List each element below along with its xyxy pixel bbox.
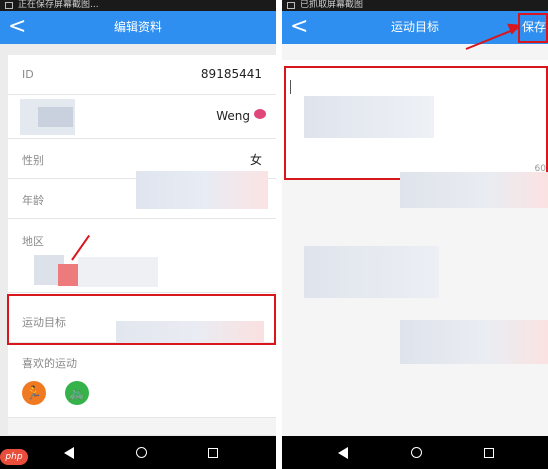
notification-icon xyxy=(5,2,13,9)
favorite-label: 喜欢的运动 xyxy=(22,357,77,370)
nav-home-button[interactable] xyxy=(126,436,156,469)
left-screen: 正在保存屏幕截图... < 编辑资料 ID 89185441 Weng 性别 女… xyxy=(0,0,276,469)
php-watermark: php xyxy=(0,449,28,465)
back-triangle-icon xyxy=(64,446,74,459)
gender-label: 性别 xyxy=(22,154,44,167)
next-row xyxy=(8,418,276,436)
recents-square-icon xyxy=(484,447,494,458)
nav-back-button[interactable] xyxy=(328,436,358,469)
gender-value: 女 xyxy=(249,153,262,167)
nickname-value: Weng xyxy=(216,109,250,123)
notification-icon xyxy=(287,2,295,9)
status-bar: 已抓取屏幕截图 xyxy=(282,0,548,11)
age-label: 年龄 xyxy=(22,194,44,207)
navigation-bar xyxy=(282,436,548,469)
option-blur-2 xyxy=(304,246,439,298)
region-blur-3 xyxy=(78,257,158,287)
goal-highlight-box xyxy=(7,294,276,345)
nav-recents-button[interactable] xyxy=(474,436,504,469)
recents-square-icon xyxy=(208,447,218,458)
lips-icon xyxy=(254,109,266,119)
nav-back-button[interactable] xyxy=(54,436,84,469)
age-row[interactable]: 年龄 xyxy=(8,171,276,219)
id-label: ID xyxy=(22,68,34,81)
avatar-blur xyxy=(38,107,73,127)
status-text: 正在保存屏幕截图... xyxy=(18,0,99,10)
age-value-blur xyxy=(136,171,268,209)
home-circle-icon xyxy=(410,447,422,458)
navigation-bar xyxy=(0,436,276,469)
right-screen: 已抓取屏幕截图 < 运动目标 保存 60 xyxy=(282,0,548,469)
save-highlight-box xyxy=(518,13,548,43)
option-blur-1 xyxy=(400,172,548,208)
input-highlight-box xyxy=(284,66,548,180)
option-blur-3 xyxy=(400,320,548,364)
status-bar: 正在保存屏幕截图... xyxy=(0,0,276,11)
running-icon[interactable]: 🏃 xyxy=(22,381,46,405)
favorite-sports-row[interactable]: 喜欢的运动 🏃 🚲 xyxy=(8,343,276,418)
id-row: ID 89185441 xyxy=(8,55,276,95)
nickname-row[interactable]: Weng xyxy=(8,95,276,139)
page-title: 编辑资料 xyxy=(113,20,162,34)
id-value: 89185441 xyxy=(200,67,262,81)
nav-home-button[interactable] xyxy=(401,436,431,469)
cycling-icon[interactable]: 🚲 xyxy=(65,381,89,405)
status-text: 已抓取屏幕截图 xyxy=(300,0,364,10)
app-bar: < 编辑资料 xyxy=(0,11,276,44)
back-triangle-icon xyxy=(338,446,348,459)
home-circle-icon xyxy=(135,447,147,458)
nav-recents-button[interactable] xyxy=(198,436,228,469)
region-label: 地区 xyxy=(22,235,44,248)
region-blur-2 xyxy=(58,264,78,286)
region-row[interactable]: 地区 xyxy=(8,219,276,293)
